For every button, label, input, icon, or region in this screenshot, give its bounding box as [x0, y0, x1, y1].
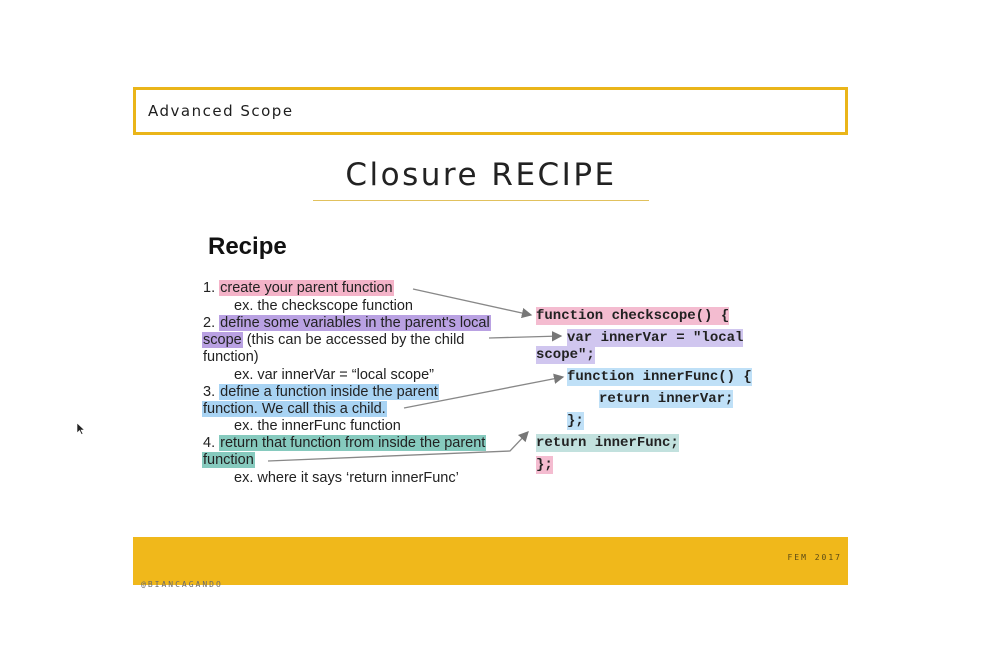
recipe-line-8: function. We call this a child.: [202, 400, 387, 418]
step-highlight: return that function from inside the par…: [219, 435, 487, 451]
code-line-6: };: [567, 412, 584, 430]
recipe-line-2: ex. the checkscope function: [234, 297, 413, 315]
recipe-line-5: function): [203, 348, 259, 366]
step-example: ex. where it says ‘return innerFunc’: [234, 470, 459, 486]
mouse-pointer-icon: [77, 423, 85, 435]
step-text: function): [203, 349, 259, 365]
step-highlight: function. We call this a child.: [202, 401, 387, 417]
code-line-1: function checkscope() {: [536, 307, 730, 325]
recipe-heading: Recipe: [208, 233, 287, 260]
header-title: Advanced Scope: [148, 102, 294, 120]
recipe-line-1: 1. create your parent function: [203, 279, 394, 297]
step-number: 3.: [203, 384, 220, 400]
step-example: ex. the checkscope function: [234, 298, 413, 314]
recipe-line-12: ex. where it says ‘return innerFunc’: [234, 469, 459, 487]
code-line-8: };: [536, 456, 553, 474]
recipe-line-7: 3. define a function inside the parent: [203, 383, 439, 401]
recipe-line-6: ex. var innerVar = “local scope”: [234, 366, 434, 384]
arrow-local-scope: [488, 331, 563, 342]
code-line-7: return innerFunc;: [536, 434, 679, 452]
arrow-parent-function: [412, 288, 533, 319]
recipe-line-10: 4. return that function from inside the …: [203, 434, 487, 452]
step-number: 4.: [203, 435, 220, 451]
code-line-4: function innerFunc() {: [567, 368, 752, 386]
slide: Advanced Scope Closure RECIPE Recipe 1. …: [0, 0, 981, 646]
step-highlight: function: [202, 452, 255, 468]
recipe-line-9: ex. the innerFunc function: [234, 417, 401, 435]
step-example: ex. the innerFunc function: [234, 418, 401, 434]
code-line-2: var innerVar = "local: [567, 329, 744, 347]
step-example: ex. var innerVar = “local scope”: [234, 367, 434, 383]
step-number: 1.: [203, 280, 220, 296]
recipe-line-4: scope (this can be accessed by the child: [202, 331, 464, 349]
header-box: Advanced Scope: [133, 87, 848, 135]
recipe-line-3: 2. define some variables in the parent's…: [203, 314, 491, 332]
step-number: 2.: [203, 315, 220, 331]
step-text: (this can be accessed by the child: [242, 332, 465, 348]
step-highlight: define some variables in the parent's lo…: [219, 315, 491, 331]
title-underline: [313, 200, 649, 201]
footer-event-label: FEM 2017: [787, 553, 842, 562]
slide-title: Closure RECIPE: [345, 157, 617, 193]
step-highlight: create your parent function: [219, 280, 394, 296]
step-highlight: scope: [202, 332, 243, 348]
step-highlight: define a function inside the parent: [219, 384, 439, 400]
code-line-3: scope";: [536, 346, 595, 364]
code-line-5: return innerVar;: [599, 390, 734, 408]
recipe-line-11: function: [202, 451, 255, 469]
footer-handle: @BIANCAGANDO: [141, 580, 223, 589]
footer-band: FEM 2017: [133, 537, 848, 585]
